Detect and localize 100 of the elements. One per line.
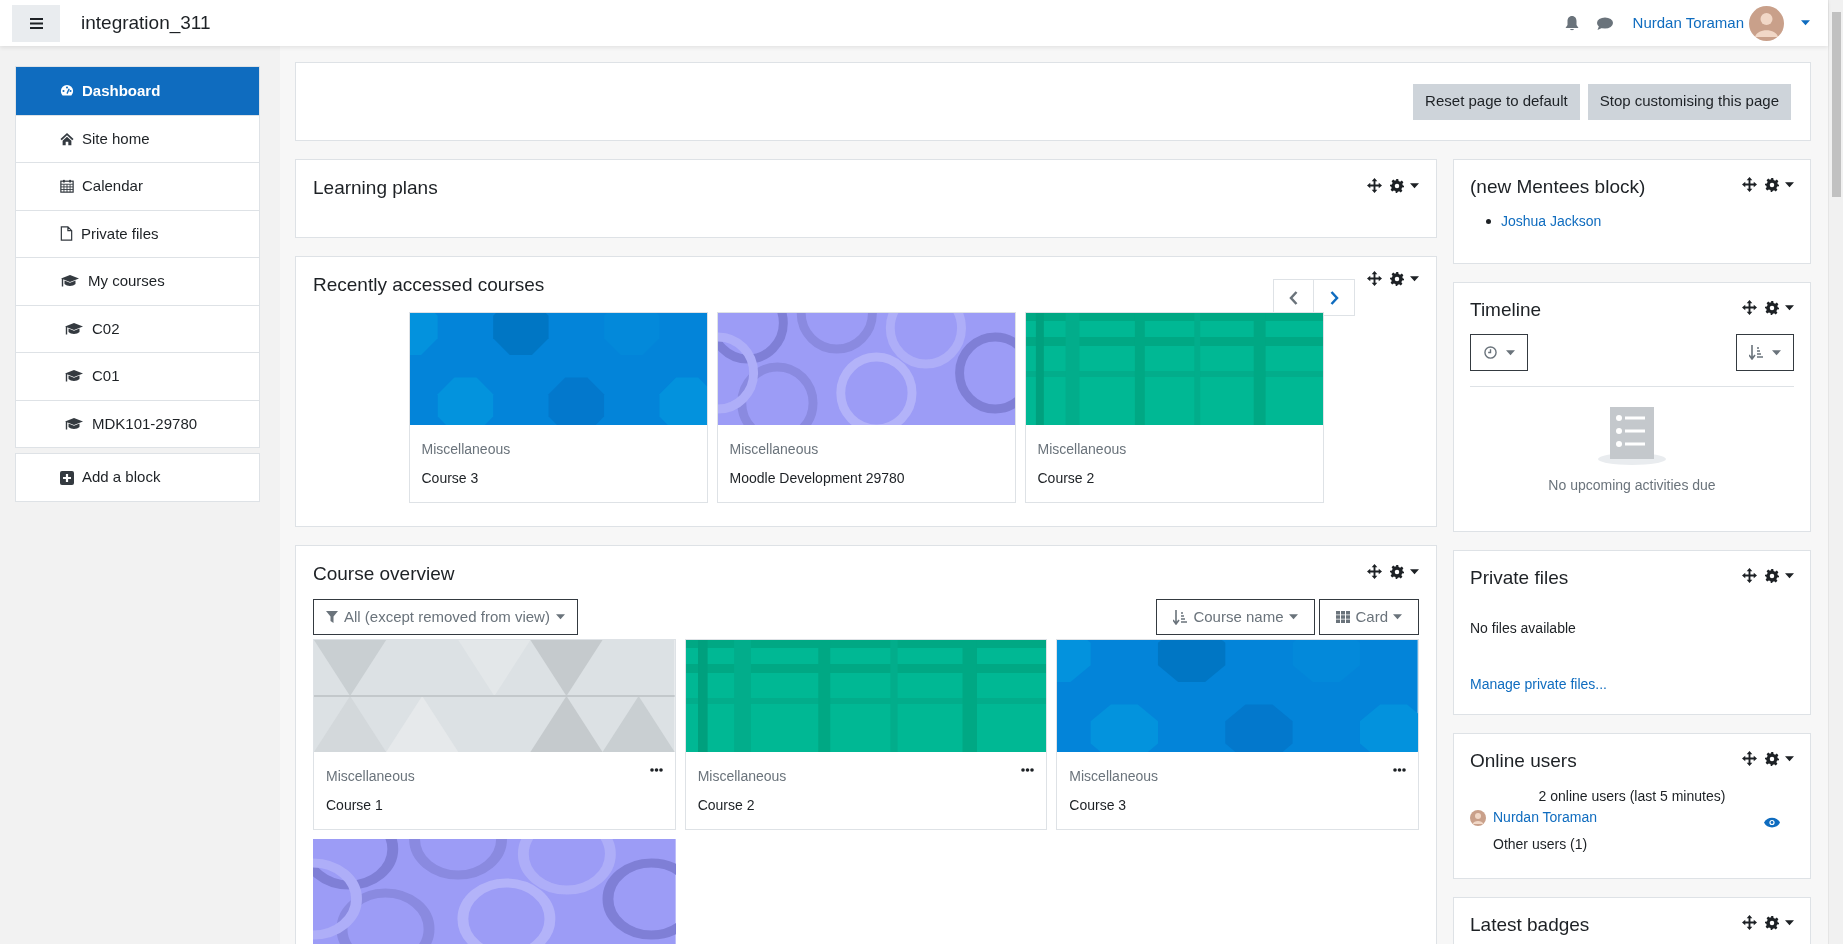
block-settings-button[interactable] bbox=[1390, 564, 1419, 579]
course-card[interactable]: Miscellaneous Course 1 bbox=[313, 639, 676, 830]
course-name[interactable]: Course 2 bbox=[1037, 469, 1095, 486]
course-card[interactable]: Miscellaneous Course 3 bbox=[1056, 639, 1419, 830]
bell-icon bbox=[1564, 15, 1579, 31]
customise-button[interactable]: Stop customising this page bbox=[1587, 83, 1791, 120]
course-actions-button[interactable] bbox=[649, 768, 663, 772]
nav-item[interactable]: Dashboard bbox=[16, 67, 259, 115]
course-name[interactable]: Course 3 bbox=[1069, 796, 1127, 813]
gear-icon bbox=[1765, 568, 1779, 583]
visibility-toggle[interactable] bbox=[1764, 817, 1780, 828]
clock-icon bbox=[1483, 346, 1497, 359]
gear-icon bbox=[1390, 178, 1404, 193]
move-icon bbox=[1742, 177, 1757, 192]
course-category: Miscellaneous bbox=[326, 768, 415, 784]
sort-dropdown[interactable] bbox=[1736, 334, 1794, 371]
view-dropdown[interactable]: Card bbox=[1319, 599, 1419, 635]
user-menu[interactable]: Nurdan Toraman bbox=[1632, 5, 1816, 41]
sort-dropdown[interactable]: Course name bbox=[1156, 599, 1316, 635]
site-name[interactable]: integration_311 bbox=[81, 8, 211, 38]
block-title: Recently accessed courses bbox=[313, 273, 545, 297]
course-actions-button[interactable] bbox=[1393, 768, 1406, 772]
block-settings-button[interactable] bbox=[1765, 177, 1794, 192]
caret-icon bbox=[1505, 349, 1515, 356]
course-card[interactable]: Miscellaneous Moodle Development 29780 bbox=[716, 312, 1016, 503]
block-title: Private files bbox=[1470, 566, 1569, 590]
caret-icon bbox=[1785, 304, 1794, 311]
empty-message: No upcoming activities due bbox=[1548, 476, 1716, 495]
customise-button[interactable]: Reset page to default bbox=[1413, 83, 1580, 120]
filter-icon bbox=[326, 611, 338, 623]
graduation-cap-icon bbox=[64, 416, 84, 431]
caret-icon bbox=[1801, 20, 1810, 26]
scrollbar-thumb[interactable] bbox=[1832, 12, 1841, 197]
course-name[interactable]: Course 3 bbox=[421, 469, 479, 486]
course-card[interactable]: Miscellaneous Course 3 bbox=[408, 312, 708, 503]
sort-icon bbox=[1749, 345, 1763, 360]
caret-icon bbox=[1785, 755, 1794, 762]
block-title: (new Mentees block) bbox=[1470, 175, 1646, 199]
add-block-link[interactable]: Add a block bbox=[15, 453, 260, 502]
gear-icon bbox=[1765, 915, 1779, 930]
gear-icon bbox=[1765, 751, 1779, 766]
notification-button[interactable] bbox=[1564, 15, 1579, 31]
move-icon bbox=[1367, 178, 1382, 193]
block-settings-button[interactable] bbox=[1390, 178, 1419, 193]
scrollbar[interactable] bbox=[1828, 0, 1843, 944]
manage-files-link[interactable]: Manage private files... bbox=[1470, 674, 1794, 695]
file-icon bbox=[60, 226, 73, 242]
empty-list-icon bbox=[1597, 407, 1667, 465]
move-icon bbox=[1742, 300, 1757, 315]
caret-icon bbox=[1772, 349, 1781, 356]
block-settings-button[interactable] bbox=[1765, 300, 1794, 315]
messages-button[interactable] bbox=[1596, 16, 1613, 30]
gear-icon bbox=[1765, 177, 1779, 192]
course-card[interactable]: Miscellaneous Course 2 bbox=[684, 639, 1048, 830]
gear-icon bbox=[1390, 564, 1404, 579]
course-category: Miscellaneous bbox=[1069, 768, 1159, 784]
block-settings-button[interactable] bbox=[1765, 915, 1794, 930]
course-card[interactable]: Miscellaneous Course 2 bbox=[1024, 312, 1324, 503]
move-icon bbox=[1367, 271, 1382, 286]
more-icon bbox=[649, 768, 663, 772]
graduation-cap-icon bbox=[64, 369, 84, 384]
more-icon bbox=[1393, 768, 1406, 772]
move-icon bbox=[1742, 568, 1757, 583]
caret-icon bbox=[1410, 275, 1419, 282]
course-name[interactable]: Course 1 bbox=[326, 796, 383, 813]
bullet-icon bbox=[1486, 219, 1491, 224]
graduation-cap-icon bbox=[60, 274, 80, 289]
block-settings-button[interactable] bbox=[1765, 568, 1794, 583]
other-users: Other users (1) bbox=[1493, 835, 1589, 854]
course-name[interactable]: Course 2 bbox=[697, 796, 755, 813]
user-link[interactable]: Nurdan Toraman bbox=[1493, 807, 1598, 828]
block-title: Course overview bbox=[313, 562, 455, 586]
block-title: Online users bbox=[1470, 749, 1577, 773]
caret-icon bbox=[1410, 182, 1419, 189]
date-filter-dropdown[interactable] bbox=[1470, 334, 1528, 371]
block-settings-button[interactable] bbox=[1765, 751, 1794, 766]
course-category: Miscellaneous bbox=[729, 441, 819, 457]
block-settings-button[interactable] bbox=[1390, 271, 1419, 286]
menu-button[interactable] bbox=[12, 4, 60, 42]
gear-icon bbox=[1390, 271, 1404, 286]
course-category: Miscellaneous bbox=[697, 768, 787, 784]
move-icon bbox=[1367, 564, 1382, 579]
caret-icon bbox=[1785, 181, 1794, 188]
move-icon bbox=[1742, 751, 1757, 766]
course-name[interactable]: Moodle Development 29780 bbox=[729, 469, 905, 486]
mentee-link[interactable]: Joshua Jackson bbox=[1501, 211, 1602, 232]
chevron-right-icon bbox=[1329, 290, 1339, 305]
eye-icon bbox=[1764, 817, 1780, 828]
empty-message: No files available bbox=[1470, 619, 1577, 638]
caret-icon bbox=[1289, 614, 1299, 620]
plus-square-icon bbox=[60, 470, 74, 485]
graduation-cap-icon bbox=[64, 321, 84, 336]
caret-icon bbox=[1785, 572, 1794, 579]
gear-icon bbox=[1765, 300, 1779, 315]
dashboard-icon bbox=[60, 83, 74, 98]
chevron-left-icon bbox=[1289, 290, 1298, 305]
filter-dropdown[interactable]: All (except removed from view) bbox=[313, 599, 578, 635]
block-title: Latest badges bbox=[1470, 913, 1590, 937]
grid-icon bbox=[1336, 611, 1351, 623]
course-actions-button[interactable] bbox=[1021, 768, 1035, 772]
